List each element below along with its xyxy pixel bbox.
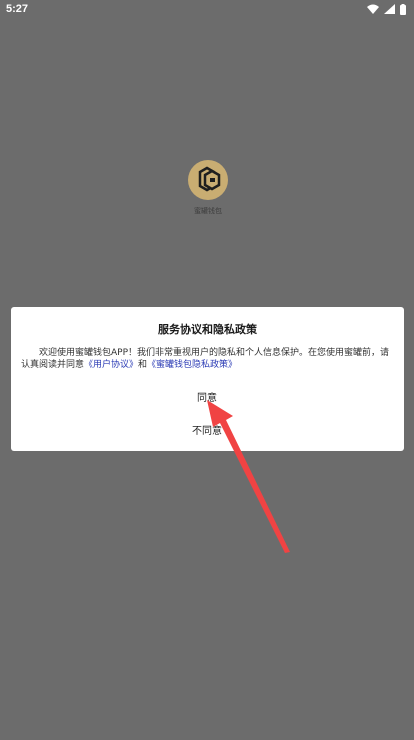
red-arrow-annotation	[207, 400, 290, 553]
